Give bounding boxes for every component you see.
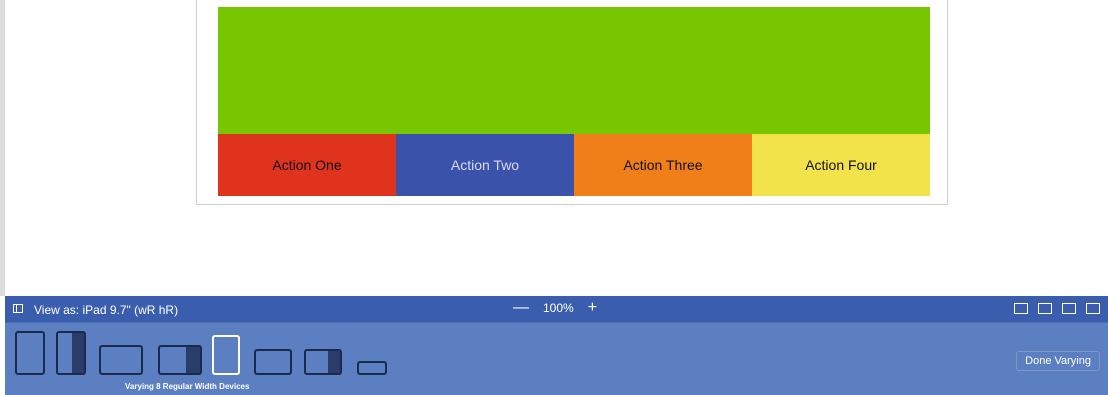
sidebar-toggle-icon[interactable] [13, 304, 23, 313]
ipad-pro-portrait-icon[interactable] [15, 331, 45, 375]
action-three-button[interactable]: Action Three [574, 134, 752, 196]
ipad-mini-landscape-split-icon[interactable] [304, 349, 342, 375]
ipad-pro-portrait-split-icon[interactable] [56, 331, 86, 375]
update-frames-icon[interactable] [1014, 303, 1028, 314]
done-varying-button[interactable]: Done Varying [1016, 351, 1100, 371]
zoom-in-button[interactable]: + [588, 300, 597, 316]
device-frame: Action One Action Two Action Three Actio… [196, 0, 948, 205]
view-as-label[interactable]: View as: iPad 9.7" (wR hR) [34, 303, 178, 317]
align-icon[interactable] [1062, 303, 1076, 314]
ipad-landscape-icon[interactable] [99, 345, 143, 375]
ipad-portrait-selected-icon[interactable] [212, 335, 240, 375]
device-configuration-bar: View as: iPad 9.7" (wR hR) — 100% + Vary… [5, 296, 1108, 395]
green-content-view[interactable] [218, 7, 930, 134]
action-four-button[interactable]: Action Four [752, 134, 930, 196]
stack-icon[interactable] [1038, 303, 1052, 314]
ipad-landscape-split-icon[interactable] [158, 345, 202, 375]
zoom-out-button[interactable]: — [513, 300, 529, 316]
action-two-button[interactable]: Action Two [396, 134, 574, 196]
pin-icon[interactable] [1086, 303, 1100, 314]
device-picker: Varying 8 Regular Width Devices Done Var… [5, 323, 1108, 395]
varying-devices-label: Varying 8 Regular Width Devices [125, 382, 250, 391]
canvas-left-border [0, 0, 5, 296]
action-one-button[interactable]: Action One [218, 134, 396, 196]
interface-builder-canvas: Action One Action Two Action Three Actio… [0, 0, 1108, 296]
action-button-bar: Action One Action Two Action Three Actio… [218, 134, 930, 196]
zoom-controls: — 100% + [513, 300, 597, 316]
iphone-landscape-icon[interactable] [357, 361, 387, 375]
layout-tools [1014, 303, 1100, 314]
view-as-toolbar: View as: iPad 9.7" (wR hR) — 100% + [5, 296, 1108, 323]
ipad-mini-landscape-icon[interactable] [254, 349, 292, 375]
zoom-level: 100% [543, 301, 574, 315]
